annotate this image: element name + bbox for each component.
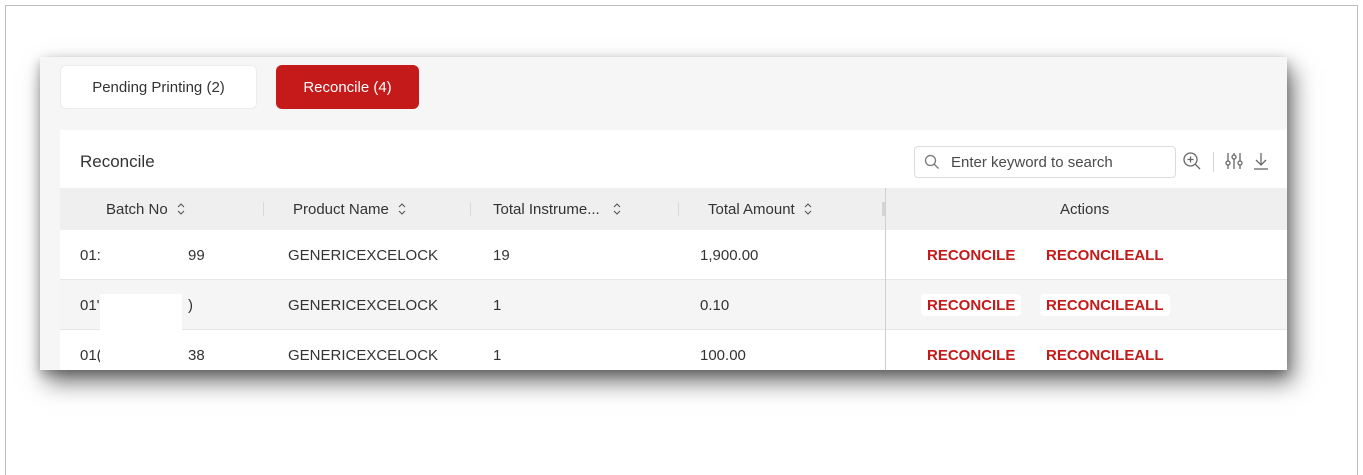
tab-reconcile[interactable]: Reconcile (4) bbox=[276, 65, 419, 109]
batch-no-cell: 01: bbox=[80, 246, 101, 264]
actions-column-divider bbox=[885, 188, 886, 370]
batch-no-suffix: ) bbox=[188, 296, 193, 314]
tab-pending-printing[interactable]: Pending Printing (2) bbox=[60, 65, 257, 109]
total-instruments-cell: 1 bbox=[493, 346, 502, 364]
reconcile-button[interactable]: RECONCILE bbox=[921, 294, 1022, 316]
column-divider bbox=[678, 202, 679, 216]
batch-no-cell: 01' bbox=[80, 296, 100, 314]
table-header: Batch No Product Name Total Instrume... … bbox=[60, 188, 1287, 230]
sort-icon[interactable] bbox=[397, 202, 407, 216]
zoom-in-icon[interactable] bbox=[1182, 151, 1202, 171]
total-amount-cell: 100.00 bbox=[700, 346, 746, 364]
table-row: 01: 99 GENERICEXCELOCK 19 1,900.00 RECON… bbox=[60, 230, 1287, 280]
tab-reconcile-label: Reconcile (4) bbox=[303, 78, 392, 96]
column-divider bbox=[263, 202, 264, 216]
column-divider bbox=[470, 202, 471, 216]
column-header-total-instruments[interactable]: Total Instrume... bbox=[493, 188, 622, 230]
tab-pending-printing-label: Pending Printing (2) bbox=[92, 78, 225, 96]
reconcile-all-button[interactable]: RECONCILEALL bbox=[1040, 344, 1170, 366]
table-row: 01( 38 GENERICEXCELOCK 1 100.00 RECONCIL… bbox=[60, 330, 1287, 370]
search-input[interactable] bbox=[949, 147, 1175, 177]
reconcile-all-button[interactable]: RECONCILEALL bbox=[1040, 294, 1170, 316]
reconcile-button[interactable]: RECONCILE bbox=[921, 344, 1021, 366]
search-icon bbox=[915, 154, 949, 170]
reconcile-card: Reconcile Batch No Product Name bbox=[60, 130, 1287, 370]
product-name-cell: GENERICEXCELOCK bbox=[288, 346, 439, 364]
sort-icon[interactable] bbox=[612, 202, 622, 216]
batch-no-cell: 01( bbox=[80, 346, 102, 364]
download-icon[interactable] bbox=[1252, 151, 1270, 171]
table-row: 01' ) GENERICEXCELOCK 1 0.10 RECONCILE R… bbox=[60, 280, 1287, 330]
batch-no-suffix: 99 bbox=[188, 246, 205, 264]
app-screenshot: Pending Printing (2) Reconcile (4) Recon… bbox=[40, 57, 1287, 370]
sort-icon[interactable] bbox=[176, 202, 186, 216]
column-header-batch-no[interactable]: Batch No bbox=[106, 188, 186, 230]
column-header-product-name[interactable]: Product Name bbox=[293, 188, 407, 230]
product-name-cell: GENERICEXCELOCK bbox=[288, 296, 439, 314]
batch-no-suffix: 38 bbox=[188, 346, 205, 364]
column-header-total-amount[interactable]: Total Amount bbox=[708, 188, 813, 230]
card-title: Reconcile bbox=[80, 152, 155, 171]
total-instruments-cell: 19 bbox=[493, 246, 510, 264]
redaction-mask bbox=[100, 294, 182, 370]
search-box[interactable] bbox=[914, 146, 1176, 178]
total-amount-cell: 0.10 bbox=[700, 296, 730, 314]
column-header-actions: Actions bbox=[1060, 200, 1110, 218]
reconcile-button[interactable]: RECONCILE bbox=[921, 244, 1021, 266]
filter-sliders-icon[interactable] bbox=[1224, 151, 1244, 171]
product-name-cell: GENERICEXCELOCK bbox=[288, 246, 439, 264]
total-instruments-cell: 1 bbox=[493, 296, 502, 314]
total-amount-cell: 1,900.00 bbox=[700, 246, 759, 264]
sort-icon[interactable] bbox=[803, 202, 813, 216]
toolbar-separator bbox=[1213, 152, 1214, 172]
reconcile-all-button[interactable]: RECONCILEALL bbox=[1040, 244, 1170, 266]
